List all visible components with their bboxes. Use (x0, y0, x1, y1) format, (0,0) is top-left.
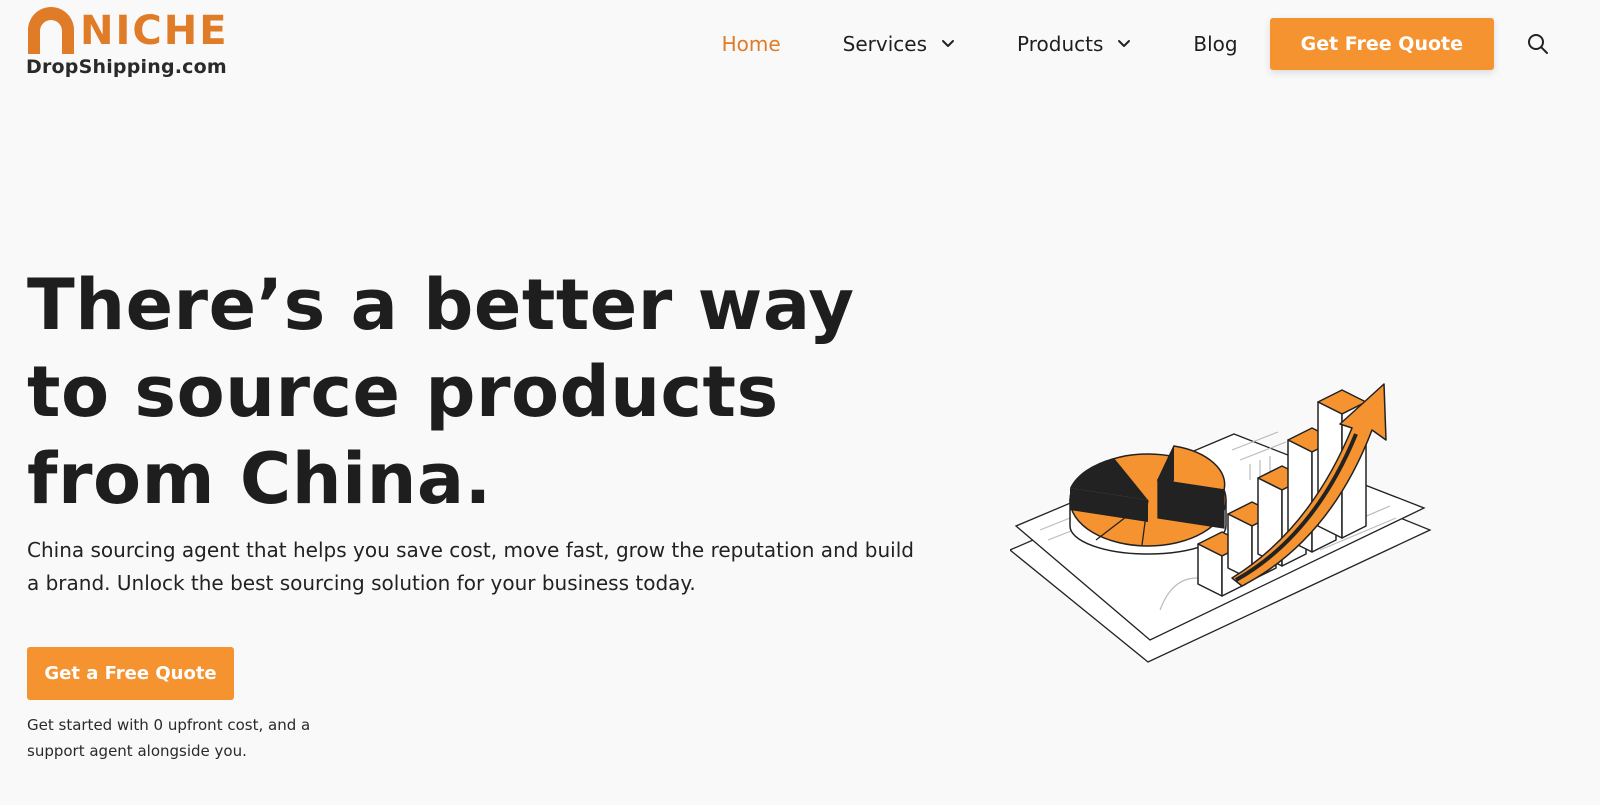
logo-top: NICHE (26, 6, 229, 56)
search-icon[interactable] (1526, 32, 1550, 56)
nav-products-label: Products (1017, 32, 1104, 56)
chevron-down-icon (942, 40, 955, 47)
main-nav: Home Services Products Blog Get Free Quo… (660, 17, 1550, 71)
site-logo[interactable]: NICHE DropShipping.com (26, 6, 246, 82)
nav-home[interactable]: Home (722, 32, 781, 56)
nav-services-label: Services (842, 32, 928, 56)
get-a-free-quote-button[interactable]: Get a Free Quote (27, 647, 234, 700)
growth-chart-illustration (1010, 383, 1432, 663)
hero-subtitle: China sourcing agent that helps you save… (27, 538, 914, 595)
nav-blog[interactable]: Blog (1193, 32, 1237, 56)
logo-wordmark: NICHE (80, 8, 229, 54)
hero-title: There’s a better way to source products … (27, 264, 855, 520)
logo-arch-icon (28, 7, 74, 54)
nav-products[interactable]: Products (1017, 32, 1131, 56)
logo-domain: DropShipping.com (26, 56, 227, 78)
chevron-down-icon (1118, 40, 1131, 47)
hero-note: Get started with 0 upfront cost, and a s… (27, 716, 311, 760)
nav-services[interactable]: Services (843, 32, 955, 56)
get-free-quote-button[interactable]: Get Free Quote (1269, 18, 1494, 70)
